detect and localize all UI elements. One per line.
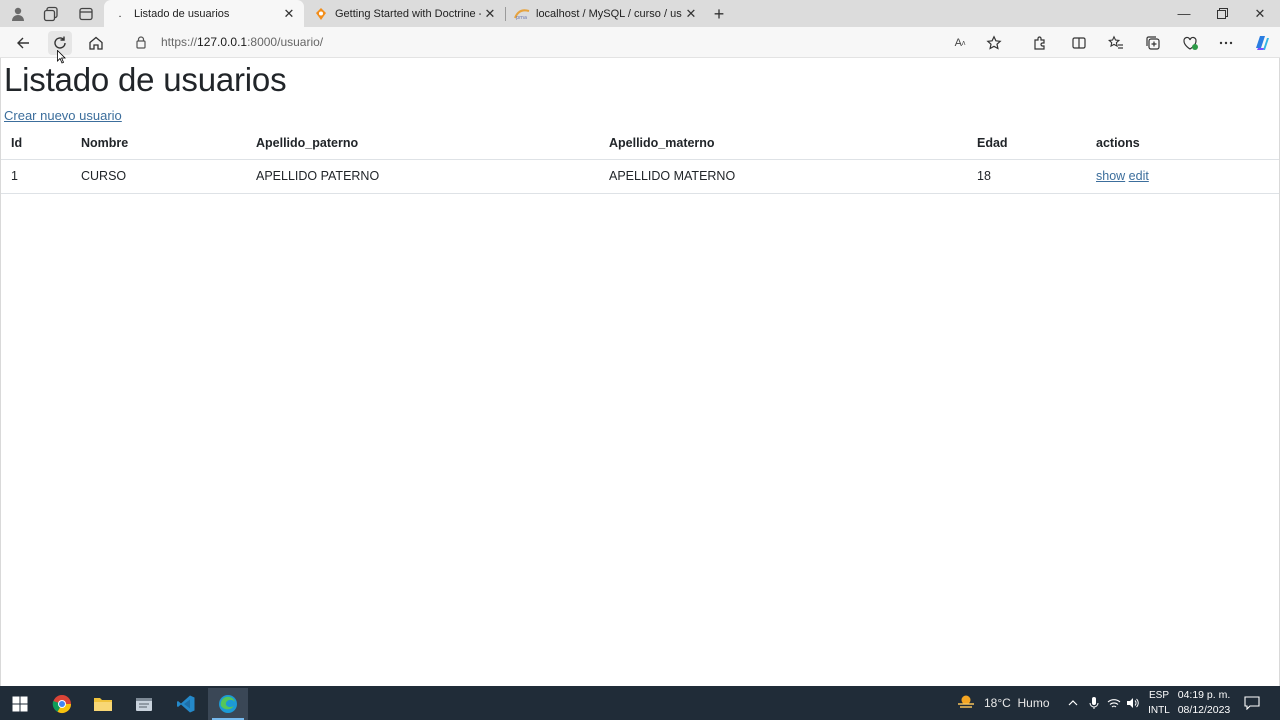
cell-nombre: CURSO (71, 159, 246, 194)
table-row: 1 CURSO APELLIDO PATERNO APELLIDO MATERN… (1, 159, 1279, 194)
url-host: 127.0.0.1 (197, 35, 248, 49)
cell-actions: show edit (1086, 159, 1279, 194)
weather-haze-icon (956, 694, 976, 713)
create-user-link[interactable]: Crear nuevo usuario (4, 108, 122, 123)
network-icon[interactable] (1107, 686, 1121, 720)
edge-icon[interactable] (208, 688, 248, 720)
extensions-icon[interactable] (1028, 31, 1052, 55)
column-header-nombre: Nombre (71, 128, 246, 160)
file-explorer-icon[interactable] (83, 688, 123, 720)
tab-listado-usuarios[interactable]: . Listado de usuarios ✕ (104, 0, 304, 27)
clock-date: 08/12/2023 (1177, 704, 1231, 716)
weather-text: 18°C Humo (984, 696, 1050, 710)
favorites-icon[interactable] (1104, 31, 1128, 55)
weather-widget[interactable]: 18°C Humo (956, 686, 1050, 720)
start-button[interactable] (0, 688, 40, 720)
cell-id: 1 (1, 159, 71, 194)
notepad-app-icon[interactable] (124, 688, 164, 720)
loading-dot-icon: . (118, 7, 122, 20)
column-header-apellido-paterno: Apellido_paterno (246, 128, 599, 160)
new-tab-button[interactable]: + (709, 4, 729, 24)
volume-icon[interactable] (1126, 686, 1140, 720)
read-aloud-icon[interactable]: Aʌ (950, 33, 970, 53)
browser-essentials-icon[interactable] (1178, 31, 1202, 55)
profile-icon[interactable] (8, 4, 28, 24)
tab-title: Getting Started with Doctrine - D (335, 7, 481, 20)
home-button[interactable] (84, 31, 108, 55)
close-tab-icon[interactable]: ✕ (682, 5, 700, 23)
close-window-button[interactable]: ✕ (1241, 0, 1279, 27)
favorite-star-icon[interactable] (984, 33, 1004, 53)
url-text[interactable]: https://127.0.0.1:8000/usuario/ (161, 35, 323, 49)
column-header-id: Id (1, 128, 71, 160)
back-button[interactable] (11, 31, 35, 55)
show-link[interactable]: show (1096, 169, 1125, 183)
notifications-icon[interactable] (1244, 686, 1260, 720)
copilot-icon[interactable] (1250, 31, 1274, 55)
doctrine-icon (313, 6, 329, 22)
clock-time: 04:19 p. m. (1177, 689, 1231, 701)
more-menu-icon[interactable] (1214, 31, 1238, 55)
show-hidden-icons-chevron-icon[interactable] (1067, 686, 1079, 720)
tab-title: localhost / MySQL / curso / usua (536, 7, 682, 20)
column-header-edad: Edad (967, 128, 1086, 160)
url-scheme: https:// (161, 35, 198, 49)
column-header-actions: actions (1086, 128, 1279, 160)
mouse-cursor-icon (57, 49, 67, 64)
split-screen-icon[interactable] (1067, 31, 1091, 55)
url-path: :8000/usuario/ (247, 35, 324, 49)
cell-apellido-materno: APELLIDO MATERNO (599, 159, 967, 194)
tab-phpmyadmin[interactable]: pma localhost / MySQL / curso / usua ✕ (506, 0, 706, 27)
svg-text:pma: pma (516, 15, 527, 20)
workspaces-icon[interactable] (41, 4, 61, 24)
cell-edad: 18 (967, 159, 1086, 194)
lock-icon[interactable] (134, 35, 148, 49)
browser-toolbar: https://127.0.0.1:8000/usuario/ Aʌ (0, 27, 1280, 58)
tab-title: Listado de usuarios (134, 7, 230, 20)
column-header-apellido-materno: Apellido_materno (599, 128, 967, 160)
chrome-icon[interactable] (42, 688, 82, 720)
minimize-button[interactable]: — (1165, 0, 1203, 27)
windows-taskbar: 18°C Humo ESP INTL 04:19 p. m. 08/12/202… (0, 686, 1280, 720)
collections-icon[interactable] (1141, 31, 1165, 55)
page-title: Listado de usuarios (4, 61, 287, 98)
cell-apellido-paterno: APELLIDO PATERNO (246, 159, 599, 194)
system-clock[interactable]: 04:19 p. m. 08/12/2023 (1168, 688, 1240, 718)
tab-strip: . Listado de usuarios ✕ Getting Started … (0, 0, 1280, 27)
table-header-row: Id Nombre Apellido_paterno Apellido_mate… (1, 128, 1279, 160)
vscode-icon[interactable] (166, 688, 206, 720)
tab-doctrine[interactable]: Getting Started with Doctrine - D ✕ (305, 0, 505, 27)
microphone-icon[interactable] (1088, 686, 1100, 720)
maximize-button[interactable] (1203, 0, 1241, 27)
close-tab-icon[interactable]: ✕ (280, 5, 298, 23)
users-table: Id Nombre Apellido_paterno Apellido_mate… (1, 128, 1279, 194)
phpmyadmin-icon: pma (514, 6, 530, 22)
close-tab-icon[interactable]: ✕ (481, 5, 499, 23)
address-bar[interactable]: https://127.0.0.1:8000/usuario/ Aʌ (124, 30, 1014, 55)
edit-link[interactable]: edit (1129, 169, 1149, 183)
page-content: Listado de usuarios Crear nuevo usuario … (0, 58, 1280, 686)
tab-actions-icon[interactable] (76, 4, 96, 24)
